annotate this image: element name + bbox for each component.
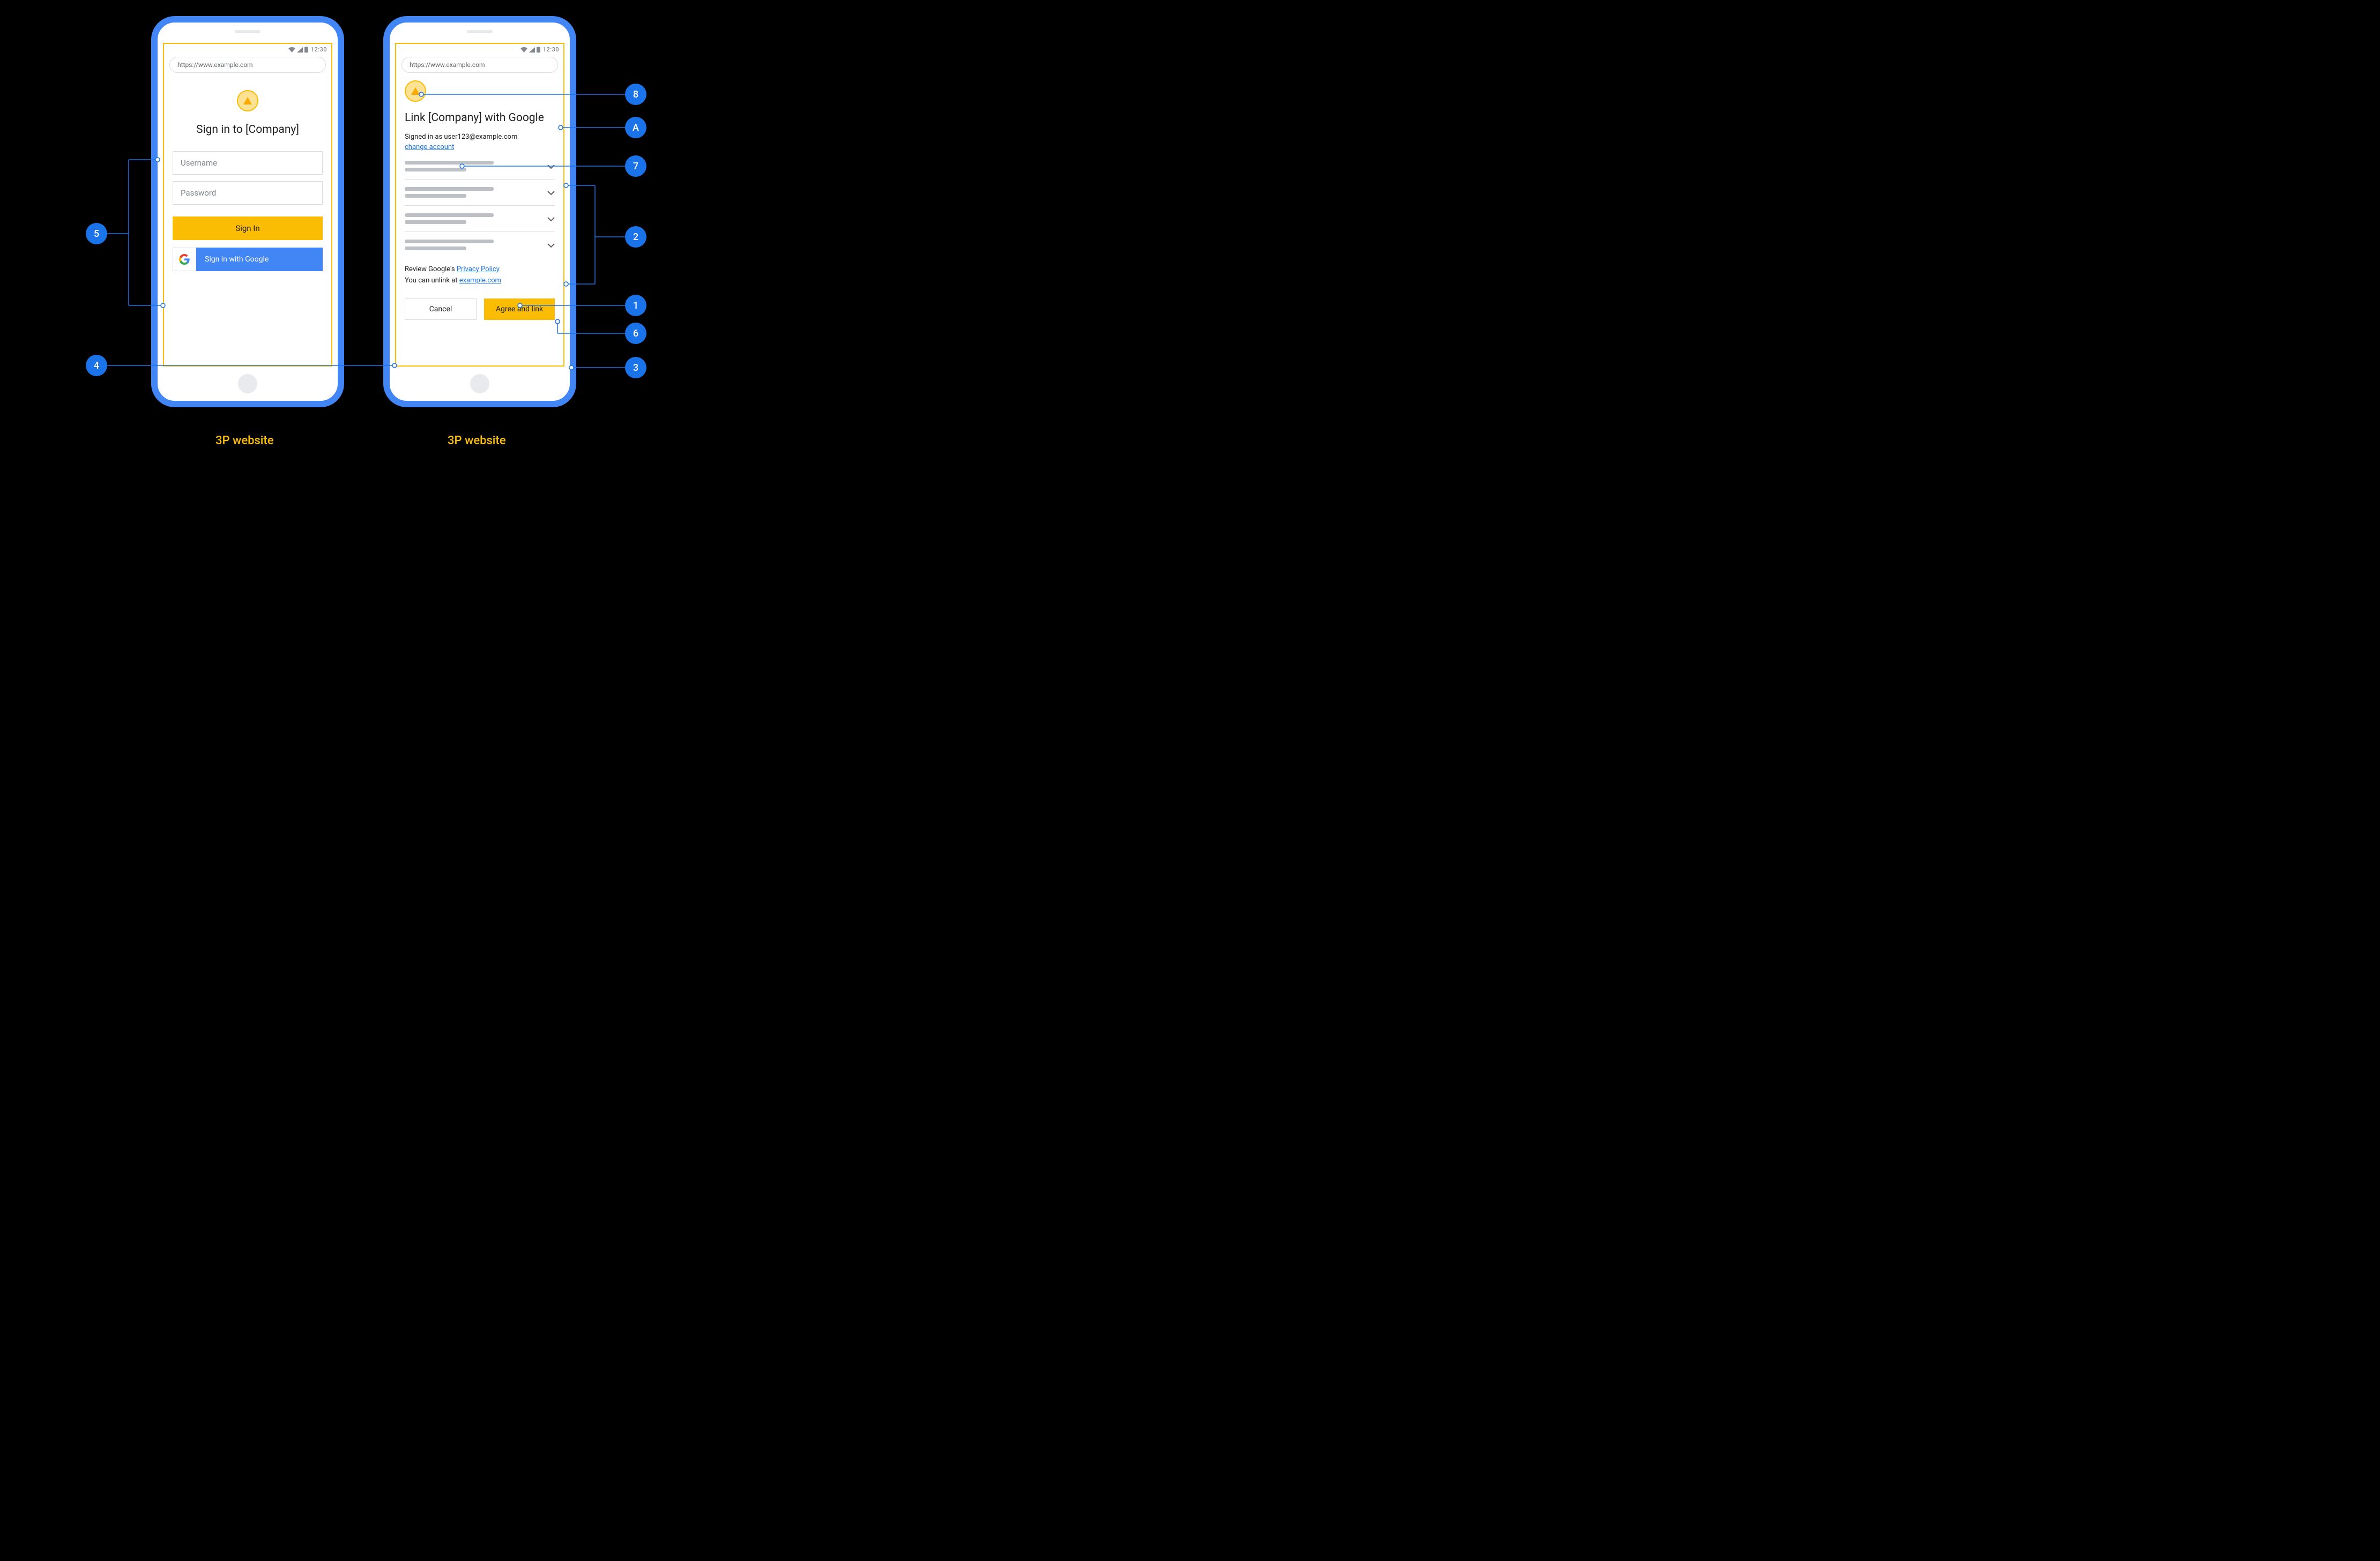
phone-speaker [467,30,493,33]
password-field[interactable]: Password [173,181,323,205]
google-logo-icon [173,248,196,271]
agree-and-link-button[interactable]: Agree and link [484,298,555,320]
cellular-icon [529,47,535,53]
permission-item[interactable] [405,213,555,232]
phone-mockup-consent: 12:30 https://www.example.com Link [Comp… [383,16,576,407]
permission-text-placeholder [405,161,542,171]
wifi-icon [288,47,295,53]
consent-content: Link [Company] with Google Signed in as … [401,78,558,363]
signin-button-label: Sign In [235,223,259,233]
status-bar: 12:30 [288,46,327,53]
chevron-down-icon [547,161,555,171]
username-placeholder: Username [181,158,217,168]
callout-badge-3: 3 [625,357,646,378]
status-time: 12:30 [543,46,559,53]
agree-button-label: Agree and link [496,305,543,313]
connector-lines [0,0,732,481]
url-bar[interactable]: https://www.example.com [401,57,558,73]
home-button[interactable] [470,374,489,393]
callout-badge-1: 1 [625,295,646,316]
screen-frame: 12:30 https://www.example.com Sign in to… [163,43,332,367]
chevron-down-icon [547,240,555,250]
diagram-stage: 12:30 https://www.example.com Sign in to… [0,0,732,481]
signin-button[interactable]: Sign In [173,216,323,240]
chevron-down-icon [547,214,555,224]
callout-badge-2: 2 [625,226,646,248]
consent-actions: Cancel Agree and link [405,298,555,320]
signin-title: Sign in to [Company] [169,123,326,136]
callout-badge-6: 6 [625,323,646,344]
status-time: 12:30 [311,46,327,53]
wifi-icon [520,47,527,53]
callout-badge-A: A [625,117,646,138]
battery-icon [304,47,308,53]
callout-badge-7: 7 [625,155,646,177]
permission-item[interactable] [405,161,555,180]
battery-icon [537,47,540,53]
callout-badge-5: 5 [86,223,107,244]
cancel-button[interactable]: Cancel [405,298,477,320]
company-logo-badge [237,90,258,111]
password-placeholder: Password [181,188,216,198]
permission-item[interactable] [405,240,555,258]
consent-title: Link [Company] with Google [405,111,555,124]
permissions-list [405,161,555,258]
unlink-link[interactable]: example.com [459,277,501,285]
screen-frame: 12:30 https://www.example.com Link [Comp… [395,43,564,367]
cancel-button-label: Cancel [429,305,452,313]
permission-text-placeholder [405,213,542,224]
status-bar: 12:30 [520,46,559,53]
cellular-icon [297,47,303,53]
phone-speaker [235,30,261,33]
google-signin-button[interactable]: Sign in with Google [173,248,323,271]
signed-in-as-text: Signed in as user123@example.com [405,133,555,141]
caption-left: 3P website [215,434,274,447]
callout-badge-4: 4 [86,355,107,376]
permission-text-placeholder [405,240,542,250]
privacy-policy-link[interactable]: Privacy Policy [457,265,500,273]
url-text: https://www.example.com [177,61,253,69]
unlink-text: You can unlink at example.com [405,277,555,285]
url-text: https://www.example.com [410,61,485,69]
company-logo-badge [405,80,426,102]
username-field[interactable]: Username [173,151,323,175]
caption-right: 3P website [448,434,506,447]
privacy-policy-text: Review Google's Privacy Policy [405,265,555,273]
callout-badge-8: 8 [625,84,646,105]
google-signin-label: Sign in with Google [196,248,323,271]
home-button[interactable] [238,374,257,393]
chevron-down-icon [547,188,555,198]
permission-item[interactable] [405,187,555,206]
permission-text-placeholder [405,187,542,198]
phone-mockup-signin: 12:30 https://www.example.com Sign in to… [151,16,344,407]
change-account-link[interactable]: change account [405,143,454,151]
url-bar[interactable]: https://www.example.com [169,57,326,73]
signin-content: Sign in to [Company] Username Password S… [169,78,326,363]
